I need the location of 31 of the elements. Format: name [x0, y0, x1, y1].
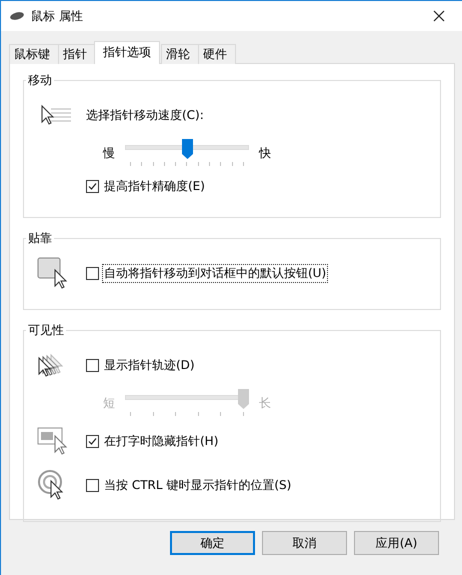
checkbox[interactable] — [86, 478, 99, 492]
tab[interactable]: 滑轮 — [161, 44, 199, 64]
checkbox-label[interactable]: 显示指针轨迹(D) — [102, 356, 197, 374]
slider-min-label: 慢 — [103, 145, 115, 162]
tab[interactable]: 指针选项 — [94, 41, 160, 64]
checkbox-label[interactable]: 提高指针精确度(E) — [102, 176, 207, 196]
group-title: 可见性 — [27, 322, 65, 339]
slider-label: 选择指针移动速度(C): — [86, 108, 204, 122]
tab[interactable]: 指针 — [58, 44, 96, 64]
checkbox[interactable] — [86, 358, 99, 372]
tab[interactable]: 硬件 — [198, 44, 236, 64]
slider-max-label: 长 — [259, 395, 271, 412]
checkbox[interactable] — [86, 180, 99, 192]
slider-thumb[interactable] — [182, 139, 192, 159]
checkbox-label[interactable]: 在打字时隐藏指针(H) — [102, 432, 220, 450]
checkbox-label[interactable]: 自动将指针移动到对话框中的默认按钮(U) — [102, 264, 328, 282]
slider-min-label: 短 — [103, 395, 115, 412]
checkbox[interactable] — [86, 434, 99, 448]
slider-track[interactable] — [125, 139, 249, 169]
dialog-button[interactable]: 确定 — [170, 531, 255, 555]
window-title: 鼠标 属性 — [31, 8, 84, 24]
checkbox[interactable] — [86, 266, 99, 280]
mouse-icon — [9, 11, 25, 21]
checkbox-label[interactable]: 当按 CTRL 键时显示指针的位置(S) — [102, 476, 294, 494]
group-title: 移动 — [27, 72, 53, 89]
tab[interactable]: 鼠标键 — [9, 44, 59, 64]
dialog-button[interactable]: 取消 — [262, 531, 347, 555]
close-icon — [433, 10, 445, 22]
slider-max-label: 快 — [259, 145, 271, 162]
group-title: 贴靠 — [27, 230, 53, 247]
dialog-button[interactable]: 应用(A) — [354, 531, 439, 555]
